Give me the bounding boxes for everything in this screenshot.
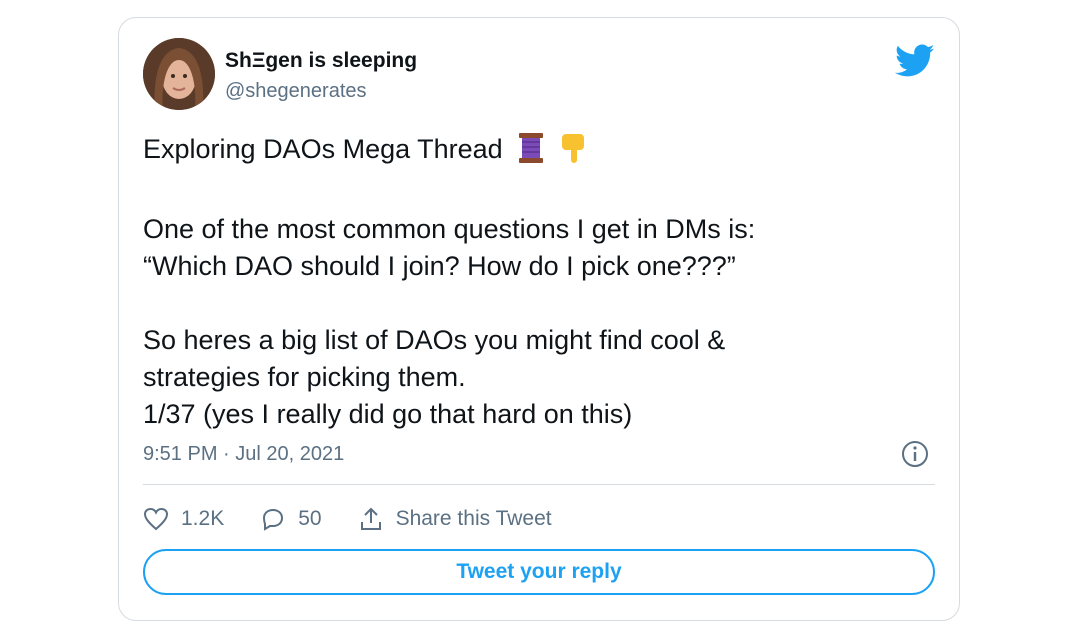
tweet-line: “Which DAO should I join? How do I pick … xyxy=(143,251,736,281)
tweet-line: 1/37 (yes I really did go that hard on t… xyxy=(143,399,633,429)
pointing-down-icon xyxy=(560,132,588,174)
tweet-your-reply-button[interactable]: Tweet your reply xyxy=(143,549,935,595)
tweet-timestamp[interactable]: 9:51 PM · Jul 20, 2021 xyxy=(143,443,344,466)
author-handle[interactable]: @shegenerates xyxy=(225,80,367,103)
user-photo xyxy=(143,38,215,110)
heart-icon xyxy=(143,507,169,531)
reply-button[interactable]: 50 xyxy=(260,507,322,531)
tweet-line: So heres a big list of DAOs you might fi… xyxy=(143,325,726,355)
tweet-card: ShΞgen is sleeping @shegenerates Explori… xyxy=(118,17,960,621)
twitter-bird-icon[interactable] xyxy=(895,44,935,78)
tweet-line: strategies for picking them. xyxy=(143,362,466,392)
info-icon[interactable] xyxy=(901,440,929,468)
divider xyxy=(143,484,935,485)
share-label: Share this Tweet xyxy=(395,507,552,530)
tweet-actions: 1.2K 50 Share this Tweet xyxy=(143,504,588,534)
tweet-text: Exploring DAOs Mega Thread One of the mo… xyxy=(143,131,933,433)
share-button[interactable]: Share this Tweet xyxy=(358,506,552,532)
reply-count: 50 xyxy=(298,507,322,530)
author-display-name[interactable]: ShΞgen is sleeping xyxy=(225,49,417,73)
share-icon xyxy=(360,507,381,530)
like-button[interactable]: 1.2K xyxy=(143,507,224,531)
like-count: 1.2K xyxy=(181,507,225,530)
tweet-line: One of the most common questions I get i… xyxy=(143,214,756,244)
reply-bubble-icon xyxy=(263,508,284,531)
avatar[interactable] xyxy=(143,38,215,110)
thread-spool-icon xyxy=(516,132,546,174)
tweet-line: Exploring DAOs Mega Thread xyxy=(143,134,503,164)
